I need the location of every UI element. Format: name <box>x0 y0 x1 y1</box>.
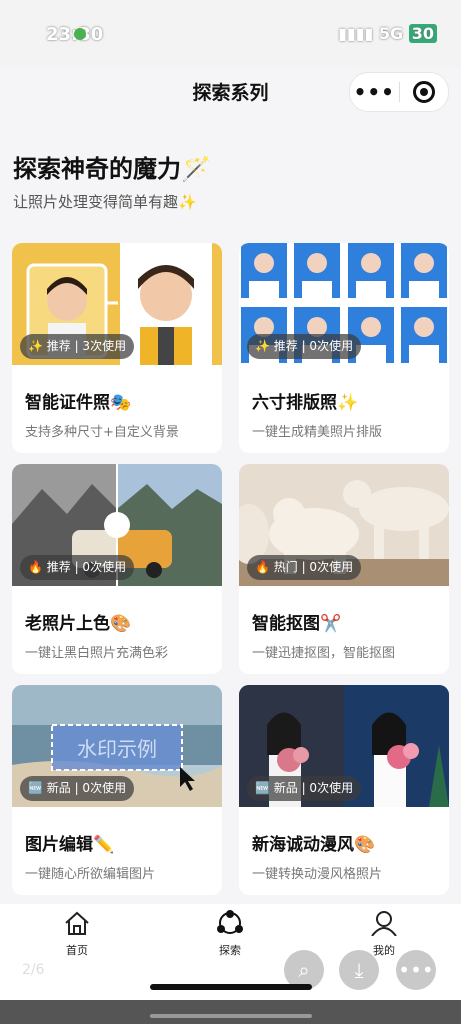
page-indicator: 2/6 <box>22 962 45 978</box>
card-description: 一键让黑白照片充满色彩 <box>25 646 169 661</box>
download-button[interactable]: ⤓ <box>339 950 379 990</box>
card-description: 一键迅捷抠图，智能抠图 <box>252 646 396 661</box>
home-indicator <box>150 984 312 990</box>
user-icon <box>371 911 397 937</box>
card-description: 一键随心所欲编辑图片 <box>25 867 156 882</box>
card-image: 🔥 推荐 | 0次使用 <box>12 464 222 586</box>
card-id-photo[interactable]: ✨ 推荐 | 3次使用 智能证件照🎭 支持多种尺寸+自定义背景 <box>12 243 222 453</box>
more-options-button[interactable]: ••• <box>396 950 436 990</box>
system-bar <box>0 1000 461 1024</box>
explore-icon <box>217 910 243 934</box>
usage-tag: 🆕 新品 | 0次使用 <box>20 776 135 801</box>
card-image: ✨ 推荐 | 0次使用 <box>239 243 449 365</box>
card-image: 🆕 新品 | 0次使用 <box>239 685 449 807</box>
card-image: ✨ 推荐 | 3次使用 <box>12 243 222 365</box>
tab-label: 首页 <box>66 944 88 957</box>
card-title: 六寸排版照✨ <box>252 393 359 413</box>
close-button[interactable] <box>399 81 448 103</box>
gesture-bar <box>150 1014 312 1018</box>
battery-icon: 30 <box>408 24 437 43</box>
wechat-status-icon <box>74 28 86 40</box>
scan-icon: ⌕ <box>298 958 310 982</box>
status-network: ▮▮▮▮ 5G 30 <box>338 24 437 43</box>
close-ring-icon <box>412 81 435 103</box>
usage-tag: ✨ 推荐 | 3次使用 <box>20 334 135 359</box>
card-title: 智能证件照🎭 <box>25 393 132 413</box>
card-colorize[interactable]: 🔥 推荐 | 0次使用 老照片上色🎨 一键让黑白照片充满色彩 <box>12 464 222 674</box>
hero-subtitle: 让照片处理变得简单有趣✨ <box>13 193 197 211</box>
watermark-sample: 水印示例 <box>77 737 157 761</box>
network-type: 5G <box>378 24 404 43</box>
tab-home[interactable]: 首页 <box>47 910 107 958</box>
status-bar: 23:30 ▮▮▮▮ 5G 30 <box>0 0 461 68</box>
card-image: 🔥 热门 | 0次使用 <box>239 464 449 586</box>
tab-explore[interactable]: 探索 <box>200 910 260 958</box>
card-title: 图片编辑✏️ <box>25 835 115 855</box>
card-image: 水印示例 🆕 新品 | 0次使用 <box>12 685 222 807</box>
card-title: 老照片上色🎨 <box>25 614 132 634</box>
hero-title: 探索神奇的魔力🪄 <box>13 155 211 183</box>
card-description: 一键生成精美照片排版 <box>252 425 383 440</box>
usage-tag: ✨ 推荐 | 0次使用 <box>247 334 362 359</box>
card-cutout[interactable]: 🔥 热门 | 0次使用 智能抠图✂️ 一键迅捷抠图，智能抠图 <box>239 464 449 674</box>
card-six-inch-layout[interactable]: ✨ 推荐 | 0次使用 六寸排版照✨ 一键生成精美照片排版 <box>239 243 449 453</box>
card-description: 支持多种尺寸+自定义背景 <box>25 425 179 440</box>
more-icon: ••• <box>398 958 434 982</box>
tab-label: 探索 <box>219 944 241 957</box>
download-icon: ⤓ <box>354 958 364 982</box>
card-title: 智能抠图✂️ <box>252 614 342 634</box>
signal-icon: ▮▮▮▮ <box>338 24 379 43</box>
usage-tag: 🔥 热门 | 0次使用 <box>247 555 362 580</box>
page-title: 探索系列 <box>192 81 269 104</box>
card-description: 一键转换动漫风格照片 <box>252 867 383 882</box>
home-icon <box>65 911 89 935</box>
usage-tag: 🆕 新品 | 0次使用 <box>247 776 362 801</box>
card-image-edit[interactable]: 水印示例 🆕 新品 | 0次使用 图片编辑✏️ 一键随心所欲编辑图片 <box>12 685 222 895</box>
more-button[interactable]: ••• <box>350 80 399 104</box>
card-title: 新海诚动漫风🎨 <box>252 835 376 855</box>
miniprogram-capsule: ••• <box>349 72 449 112</box>
usage-tag: 🔥 推荐 | 0次使用 <box>20 555 135 580</box>
card-anime-style[interactable]: 🆕 新品 | 0次使用 新海诚动漫风🎨 一键转换动漫风格照片 <box>239 685 449 895</box>
